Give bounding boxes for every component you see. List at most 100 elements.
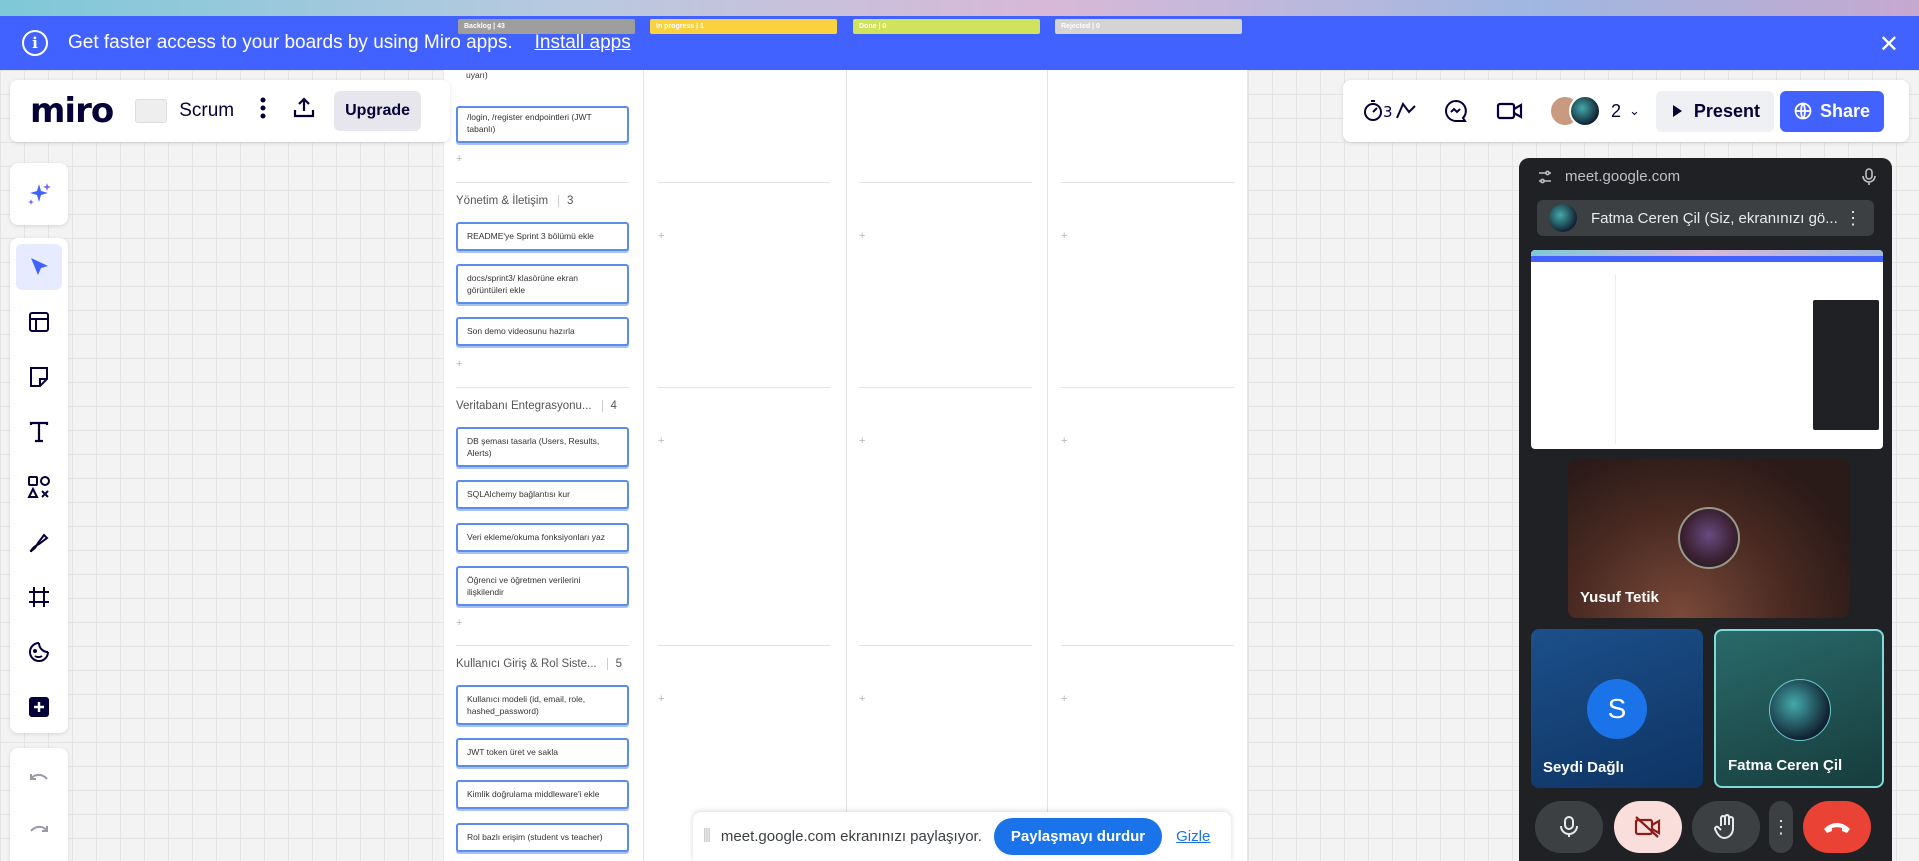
screen-sharing-bar: ⦀ meet.google.com ekranınızı paylaşıyor.… — [693, 812, 1231, 861]
add-card-icon[interactable]: + — [1061, 693, 1067, 705]
card[interactable]: Kullanıcı modeli (id, email, role, hashe… — [456, 685, 629, 725]
more-options-icon[interactable] — [260, 97, 266, 125]
add-card-icon[interactable]: + — [1061, 230, 1067, 242]
camera-off-button[interactable] — [1614, 801, 1682, 853]
row-divider — [658, 182, 830, 183]
close-icon[interactable]: ✕ — [1879, 30, 1899, 59]
card[interactable]: Rol bazlı erişim (student vs teacher) — [456, 823, 629, 852]
participant-tile[interactable]: Yusuf Tetik — [1568, 459, 1849, 618]
more-options-icon[interactable]: ⋮ — [1769, 801, 1793, 853]
frame-icon[interactable] — [16, 574, 62, 620]
share-button[interactable]: Share — [1779, 90, 1884, 132]
redo-icon[interactable] — [16, 808, 62, 854]
add-card-icon[interactable]: + — [658, 230, 664, 242]
column-label: Rejected | 0 — [1061, 23, 1100, 30]
card-text: Kimlik doğrulama middleware'i ekle — [467, 789, 600, 799]
info-icon: i — [22, 30, 48, 56]
card[interactable]: SQLAlchemy bağlantısı kur — [456, 480, 629, 509]
add-card-icon[interactable]: + — [456, 358, 462, 370]
board-name[interactable]: Scrum — [179, 100, 234, 122]
add-card-icon[interactable]: + — [658, 693, 664, 705]
microphone-button[interactable] — [1535, 801, 1603, 853]
column-label: Backlog | 43 — [464, 23, 505, 30]
card-text: README'ye Sprint 3 bölümü ekle — [467, 231, 594, 241]
shapes-icon[interactable] — [16, 464, 62, 510]
column-header-in-progress[interactable]: In progress | 1 — [650, 19, 837, 34]
card[interactable]: /login, /register endpointleri (JWT taba… — [456, 106, 629, 143]
more-options-icon[interactable]: ⋮ — [1844, 208, 1862, 229]
install-apps-link[interactable]: Install apps — [535, 32, 631, 54]
drag-handle-icon[interactable]: ⦀ — [703, 826, 711, 847]
add-card-icon[interactable]: + — [456, 617, 462, 629]
card-text: JWT token üret ve sakla — [467, 747, 559, 757]
presenter-bar[interactable]: Fatma Ceren Çil (Siz, ekranınızı gö... ⋮ — [1537, 200, 1874, 236]
participant-tile-active-speaker[interactable]: Fatma Ceren Çil — [1714, 629, 1884, 788]
column-separator — [1047, 70, 1048, 861]
google-meet-pip[interactable]: meet.google.com Fatma Ceren Çil (Siz, ek… — [1519, 158, 1892, 861]
stop-sharing-button[interactable]: Paylaşmayı durdur — [993, 818, 1163, 855]
undo-icon[interactable] — [16, 756, 62, 802]
raise-hand-button[interactable] — [1692, 801, 1760, 853]
ai-sparkle-icon[interactable] — [16, 171, 62, 217]
add-card-icon[interactable]: + — [456, 153, 462, 165]
meet-url: meet.google.com — [1565, 168, 1681, 185]
row-divider — [658, 645, 830, 646]
hide-link[interactable]: Gizle — [1176, 828, 1210, 845]
avatar — [1769, 679, 1831, 741]
participant-name: Seydi Dağlı — [1543, 759, 1624, 776]
export-icon[interactable] — [292, 96, 316, 126]
shared-screen-preview — [1531, 250, 1883, 449]
end-call-button[interactable] — [1803, 801, 1871, 853]
card[interactable]: DB şeması tasarla (Users, Results, Alert… — [456, 427, 629, 467]
upgrade-button[interactable]: Upgrade — [334, 91, 422, 131]
card-text: Veri ekleme/okuma fonksiyonları yaz — [467, 532, 605, 542]
add-card-icon[interactable]: + — [658, 435, 664, 447]
more-apps-icon[interactable] — [16, 684, 62, 730]
group-name: Yönetim & İletişim — [456, 195, 549, 207]
group-title[interactable]: Veritabanı Entegrasyonu... 4 — [456, 400, 617, 412]
meet-url-bar: meet.google.com — [1537, 168, 1680, 185]
add-card-icon[interactable]: + — [1061, 435, 1067, 447]
row-divider — [658, 387, 830, 388]
card[interactable]: Son demo videosunu hazırla — [456, 317, 629, 346]
card[interactable]: Veri ekleme/okuma fonksiyonları yaz — [456, 523, 629, 552]
site-settings-icon[interactable] — [1537, 169, 1553, 185]
preview-meet-panel — [1813, 300, 1879, 430]
card[interactable]: Öğrenci ve öğretmen verilerini ilişkilen… — [456, 566, 629, 606]
comments-icon[interactable] — [1439, 98, 1473, 124]
add-card-icon[interactable]: + — [859, 435, 865, 447]
share-label: Share — [1819, 100, 1870, 121]
chevron-down-icon[interactable]: ⌄ — [1629, 103, 1640, 119]
templates-icon[interactable] — [16, 299, 62, 345]
card-text: Kullanıcı modeli (id, email, role, hashe… — [467, 694, 586, 717]
column-header-done[interactable]: Done | 0 — [853, 19, 1040, 34]
sticky-note-icon[interactable] — [16, 354, 62, 400]
add-card-icon[interactable]: + — [859, 230, 865, 242]
text-tool-icon[interactable] — [16, 409, 62, 455]
card-text: Öğrenci ve öğretmen verilerini ilişkilen… — [467, 575, 581, 598]
creation-toolbar — [10, 238, 68, 733]
emoji-sticker-icon[interactable] — [16, 629, 62, 675]
add-card-icon[interactable]: + — [859, 693, 865, 705]
select-cursor-icon[interactable] — [16, 244, 62, 290]
card[interactable]: README'ye Sprint 3 bölümü ekle — [456, 222, 629, 251]
collaborator-avatars[interactable]: 2 ⌄ — [1549, 95, 1640, 127]
group-title[interactable]: Yönetim & İletişim 3 — [456, 195, 574, 207]
timer-reactions-icon[interactable]: 3 — [1363, 98, 1419, 124]
board-thumbnail[interactable] — [135, 99, 168, 123]
column-header-rejected[interactable]: Rejected | 0 — [1055, 19, 1242, 34]
video-call-icon[interactable] — [1493, 99, 1527, 123]
card[interactable]: Kimlik doğrulama middleware'i ekle — [456, 780, 629, 809]
pen-icon[interactable] — [16, 519, 62, 565]
meet-controls: ⋮ — [1519, 801, 1892, 857]
card[interactable]: JWT token üret ve sakla — [456, 738, 629, 767]
column-header-backlog[interactable]: Backlog | 43 — [458, 19, 635, 34]
group-title[interactable]: Kullanıcı Giriş & Rol Siste... 5 — [456, 658, 623, 670]
participant-tile[interactable]: S Seydi Dağlı — [1531, 629, 1703, 788]
collaboration-toolbar: 3 2 ⌄ Present Share — [1343, 80, 1909, 142]
miro-logo[interactable]: miro — [30, 91, 114, 131]
column-separator — [643, 70, 644, 861]
avatar — [1569, 95, 1601, 127]
present-button[interactable]: Present — [1655, 90, 1774, 132]
card[interactable]: docs/sprint3/ klasörüne ekran görüntüler… — [456, 264, 629, 304]
